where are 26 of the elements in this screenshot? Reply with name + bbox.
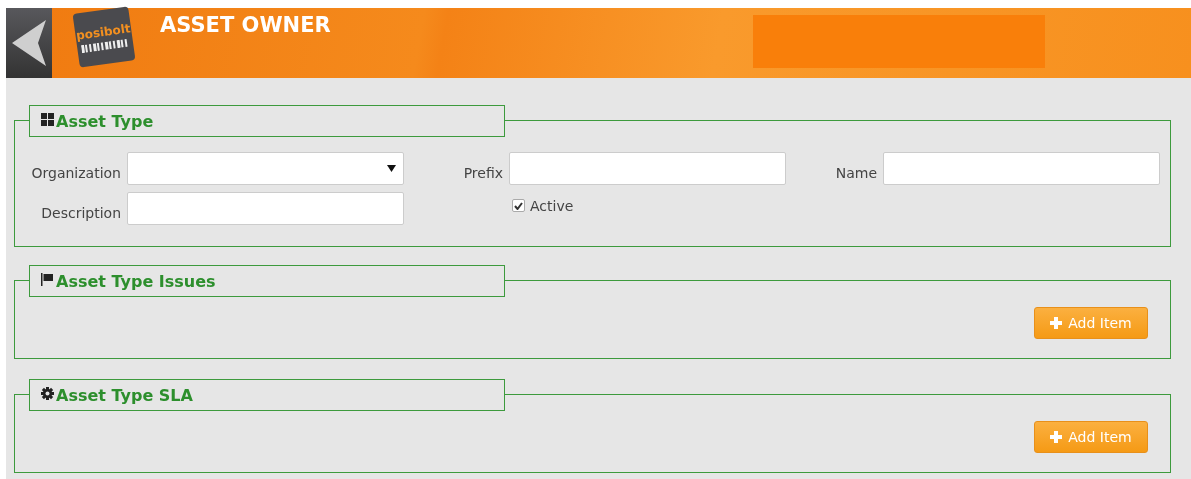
checkbox-label: Active xyxy=(530,197,574,214)
caret-icon xyxy=(387,165,396,172)
section-title: Asset Type Issues xyxy=(56,271,216,291)
add-item-button[interactable]: Add Item xyxy=(1034,421,1148,453)
back-button[interactable] xyxy=(6,8,52,78)
field-label: Description xyxy=(40,203,121,221)
input-field[interactable] xyxy=(127,192,404,225)
input-field[interactable] xyxy=(509,152,786,185)
plus-icon xyxy=(1050,431,1063,443)
field-label: Organization xyxy=(30,163,121,181)
checkbox[interactable] xyxy=(512,199,525,212)
grid-icon xyxy=(41,113,54,126)
flag-icon xyxy=(41,273,54,286)
section-title: Asset Type SLA xyxy=(56,385,193,405)
back-arrow-icon xyxy=(12,20,46,66)
dropdown-field[interactable] xyxy=(127,152,404,185)
check-icon xyxy=(514,201,523,210)
page-title: ASSET OWNER xyxy=(160,13,331,37)
field-label: Name xyxy=(834,163,877,181)
settings-icon xyxy=(41,387,54,400)
plus-icon xyxy=(1050,317,1063,329)
input-field[interactable] xyxy=(883,152,1160,185)
add-item-button[interactable]: Add Item xyxy=(1034,307,1148,339)
field-label: Prefix xyxy=(462,163,503,181)
section-title: Asset Type xyxy=(56,111,154,131)
logo-text: posibolt xyxy=(75,20,132,43)
